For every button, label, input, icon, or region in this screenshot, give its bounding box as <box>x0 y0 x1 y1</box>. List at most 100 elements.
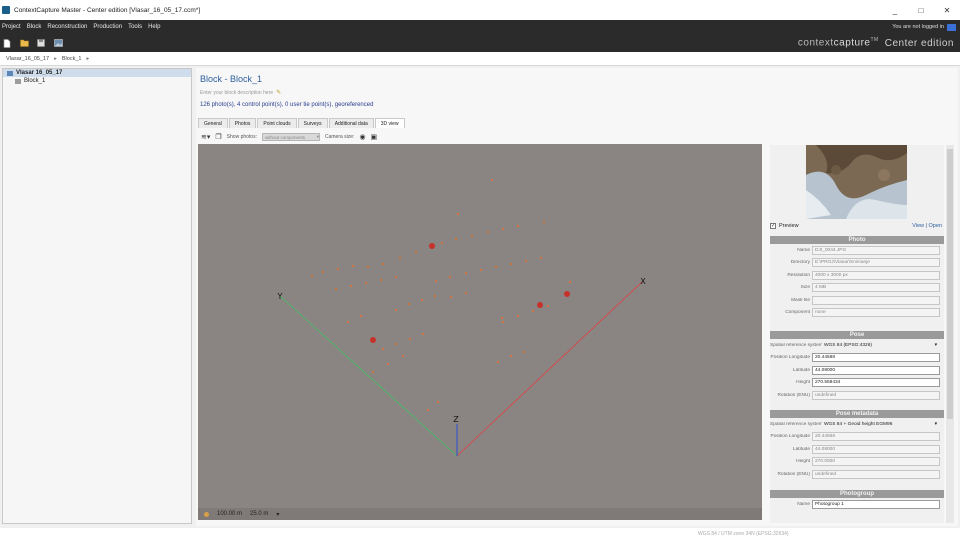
camera-position <box>364 281 368 285</box>
status-bar: WGS 84 / UTM zone 34N (EPSG:32634) <box>0 528 960 540</box>
property-label: Directory <box>790 260 810 266</box>
camera-position <box>486 230 490 234</box>
breadcrumb-separator-icon: ▸ <box>54 55 57 62</box>
camera-position <box>516 224 520 228</box>
camera-position <box>568 280 572 284</box>
breadcrumb-project[interactable]: Vlasar_16_05_17 <box>6 56 49 62</box>
camera-position <box>379 278 383 282</box>
properties-scrollbar[interactable] <box>946 145 954 523</box>
menu-help[interactable]: Help <box>148 24 160 30</box>
edit-pencil-icon[interactable]: ✎ <box>276 89 281 96</box>
camera-position <box>349 284 353 288</box>
login-status[interactable]: You are not logged in <box>892 23 956 31</box>
close-button[interactable]: ✕ <box>934 6 960 15</box>
tab-surveys[interactable]: Surveys <box>297 118 328 128</box>
new-file-icon[interactable] <box>2 38 12 48</box>
photogroup-header[interactable]: Photogroup <box>770 490 944 498</box>
property-row: Position Longitude 20.44588 <box>770 431 944 444</box>
property-label: Size <box>800 285 810 291</box>
camera-position <box>449 295 453 299</box>
pose-srs-label: Spatial reference system <box>770 342 822 348</box>
page-title: Block - Block_1 <box>200 74 263 84</box>
save-icon[interactable] <box>36 38 46 48</box>
control-point <box>537 302 543 308</box>
maximize-button[interactable]: □ <box>908 6 934 15</box>
camera-position <box>310 274 314 278</box>
open-folder-icon[interactable] <box>19 38 29 48</box>
menu-project[interactable]: Project <box>2 24 21 30</box>
menu-reconstruction[interactable]: Reconstruction <box>47 24 87 30</box>
scrollbar-thumb[interactable] <box>947 149 953 419</box>
image-icon[interactable] <box>53 38 63 48</box>
description-placeholder: Enter your block description here <box>200 89 274 96</box>
chevron-down-icon: ▾ <box>316 134 319 139</box>
camera-position <box>336 267 340 271</box>
show-photos-label: Show photos: <box>226 134 257 140</box>
photo-section-header[interactable]: Photo <box>770 236 944 244</box>
app-icon <box>2 6 10 14</box>
scale-dropdown-icon[interactable]: ▾ <box>276 511 279 518</box>
camera-position <box>366 265 370 269</box>
pose-section-header[interactable]: Pose <box>770 331 944 339</box>
window-title: ContextCapture Master - Center edition [… <box>14 6 201 14</box>
project-tree: Vlasar 16_05_17 Block_1 <box>2 68 192 524</box>
preview-checkbox[interactable]: ✓ <box>770 223 776 229</box>
tree-block-node[interactable]: Block_1 <box>3 77 191 85</box>
property-label: Height <box>796 459 810 465</box>
tree-project-label: Vlasar 16_05_17 <box>16 70 63 76</box>
block-summary: 126 photo(s), 4 control point(s), 0 user… <box>200 102 374 108</box>
property-label: Rotation (ENU) <box>777 392 810 398</box>
preview-label: Preview <box>779 223 799 229</box>
3d-scene[interactable]: X Y Z <box>198 144 762 520</box>
property-row: Directory E:\PROJ\Vlasar\Snimanje <box>770 257 944 270</box>
meta-srs-select[interactable]: WGS 84 + Geoid height EGM96 ▾ <box>822 420 940 429</box>
x-axis-label: X <box>640 277 646 286</box>
camera-position <box>421 332 425 336</box>
camera-position <box>456 212 460 216</box>
tab-point-clouds[interactable]: Point clouds <box>257 118 297 128</box>
user-icon[interactable] <box>947 23 956 31</box>
property-value[interactable]: Photogroup 1 <box>812 499 940 509</box>
tree-project-node[interactable]: Vlasar 16_05_17 <box>3 69 191 77</box>
property-value: DJI_0044.JPG <box>812 245 940 255</box>
property-label: Latitude <box>792 446 810 452</box>
pose-srs-select[interactable]: WGS 84 (EPSG:4326) ▾ <box>822 341 940 350</box>
camera-position <box>454 237 458 241</box>
property-row: Rotation (ENU) undefined <box>770 468 944 481</box>
frame-icon[interactable]: ❐ <box>215 133 221 141</box>
property-value[interactable]: 270.558434 <box>812 378 940 388</box>
camera-increase-icon[interactable]: ▣ <box>371 133 378 141</box>
chevron-down-icon: ▾ <box>934 421 937 427</box>
camera-position <box>501 320 505 324</box>
toolbar: contextcaptureTM Center edition <box>0 34 960 52</box>
menu-tools[interactable]: Tools <box>128 24 142 30</box>
pose-metadata-header[interactable]: Pose metadata <box>770 410 944 418</box>
property-row: Mask file <box>770 294 944 307</box>
tab-photos[interactable]: Photos <box>228 118 257 128</box>
3d-viewport[interactable]: X Y Z <box>198 144 762 520</box>
project-icon <box>7 70 13 76</box>
view-toolbar: ≋▾ ❐ Show photos: without components ▾ C… <box>198 130 762 144</box>
menu-production[interactable]: Production <box>93 24 122 30</box>
tab-3d-view[interactable]: 3D view <box>374 118 405 128</box>
camera-position <box>433 294 437 298</box>
property-value[interactable]: 44.08000 <box>812 365 940 375</box>
preview-row: ✓ Preview View | Open <box>770 221 944 231</box>
tree-block-label: Block_1 <box>24 78 46 84</box>
menu-block[interactable]: Block <box>27 24 42 30</box>
camera-decrease-icon[interactable]: ◉ <box>359 133 365 141</box>
layers-icon[interactable]: ≋▾ <box>201 133 210 141</box>
minimize-button[interactable]: _ <box>882 6 908 15</box>
camera-position <box>371 370 375 374</box>
property-value[interactable]: 20.44588 <box>812 353 940 363</box>
tab-general[interactable]: General <box>198 118 228 128</box>
breadcrumb-block[interactable]: Block_1 <box>62 56 82 62</box>
view-open-links[interactable]: View | Open <box>912 223 942 229</box>
show-photos-dropdown[interactable]: without components ▾ <box>261 133 320 141</box>
property-row: Component none <box>770 307 944 320</box>
breadcrumb: Vlasar_16_05_17 ▸ Block_1 ▸ <box>0 52 960 66</box>
description-field[interactable]: Enter your block description here ✎ <box>200 89 281 97</box>
menu-bar: Project Block Reconstruction Production … <box>0 20 960 34</box>
camera-position <box>381 262 385 266</box>
tab-additional-data[interactable]: Additional data <box>328 118 374 128</box>
